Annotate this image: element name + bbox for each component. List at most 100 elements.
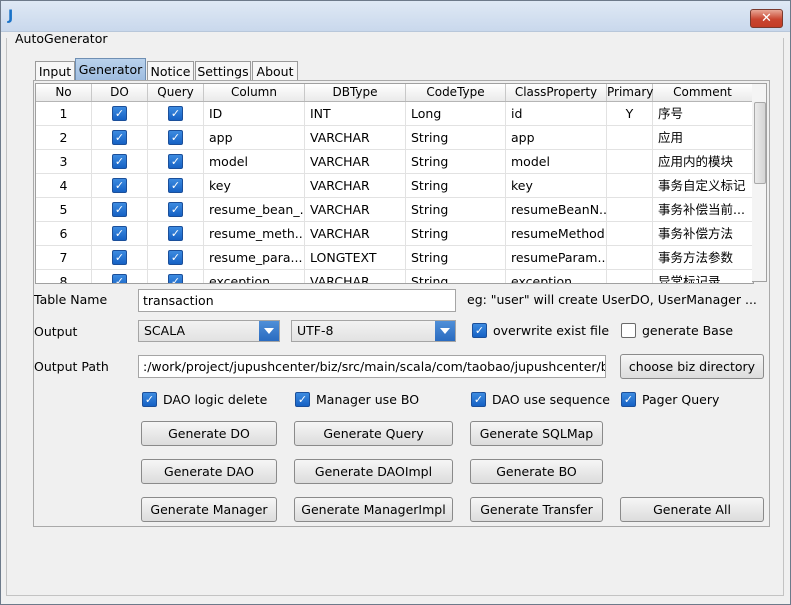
comment-cell[interactable]: 应用: [653, 126, 753, 150]
checkbox-checked-icon[interactable]: ✓: [472, 323, 487, 338]
dbtype-cell[interactable]: INT: [305, 102, 406, 126]
primary-cell[interactable]: [607, 174, 653, 198]
header-comment[interactable]: Comment: [653, 84, 753, 101]
row-number[interactable]: 4: [36, 174, 92, 198]
class-property-cell[interactable]: app: [506, 126, 607, 150]
class-property-cell[interactable]: resumeParam...: [506, 246, 607, 270]
checkbox-checked-icon[interactable]: ✓: [142, 392, 157, 407]
do-checkbox[interactable]: ✓: [92, 270, 148, 283]
codetype-cell[interactable]: String: [406, 126, 506, 150]
dbtype-cell[interactable]: LONGTEXT: [305, 246, 406, 270]
checkbox-checked-icon[interactable]: ✓: [112, 274, 127, 283]
table-row[interactable]: 3 ✓ ✓ model VARCHAR String model 应用内的模块: [36, 150, 753, 174]
manager-use-bo-checkbox[interactable]: ✓ Manager use BO: [295, 392, 419, 408]
codetype-cell[interactable]: String: [406, 198, 506, 222]
query-checkbox[interactable]: ✓: [148, 102, 204, 126]
comment-cell[interactable]: 应用内的模块: [653, 150, 753, 174]
checkbox-checked-icon[interactable]: ✓: [112, 154, 127, 169]
checkbox-checked-icon[interactable]: ✓: [295, 392, 310, 407]
tab-generator[interactable]: Generator: [75, 58, 146, 80]
do-checkbox[interactable]: ✓: [92, 150, 148, 174]
query-checkbox[interactable]: ✓: [148, 198, 204, 222]
output-path-input[interactable]: :/work/project/jupushcenter/biz/src/main…: [138, 355, 606, 378]
query-checkbox[interactable]: ✓: [148, 222, 204, 246]
codetype-cell[interactable]: String: [406, 270, 506, 283]
chevron-down-icon[interactable]: [259, 321, 279, 341]
primary-cell[interactable]: [607, 198, 653, 222]
table-row[interactable]: 8 ✓ ✓ exception VARCHAR String exception 异常标记录: [36, 270, 753, 283]
tab-settings[interactable]: Settings: [195, 61, 251, 80]
generate-bo-button[interactable]: Generate BO: [470, 459, 603, 484]
overwrite-checkbox[interactable]: ✓ overwrite exist file: [472, 323, 609, 339]
generate-manager-button[interactable]: Generate Manager: [141, 497, 277, 522]
checkbox-checked-icon[interactable]: ✓: [112, 250, 127, 265]
checkbox-checked-icon[interactable]: ✓: [112, 226, 127, 241]
dao-logic-delete-checkbox[interactable]: ✓ DAO logic delete: [142, 392, 267, 408]
do-checkbox[interactable]: ✓: [92, 174, 148, 198]
comment-cell[interactable]: 异常标记录: [653, 270, 753, 283]
checkbox-checked-icon[interactable]: ✓: [168, 130, 183, 145]
pager-query-checkbox[interactable]: ✓ Pager Query: [621, 392, 719, 408]
chevron-down-icon[interactable]: [435, 321, 455, 341]
table-row[interactable]: 5 ✓ ✓ resume_bean_... VARCHAR String resumeBea…: [36, 198, 753, 222]
choose-directory-button[interactable]: choose biz directory: [620, 354, 764, 379]
primary-cell[interactable]: [607, 246, 653, 270]
generate-all-button[interactable]: Generate All: [620, 497, 764, 522]
table-row[interactable]: 2 ✓ ✓ app VARCHAR String app 应用: [36, 126, 753, 150]
table-scrollbar[interactable]: [752, 83, 767, 282]
column-name-cell[interactable]: app: [204, 126, 305, 150]
primary-cell[interactable]: [607, 126, 653, 150]
column-name-cell[interactable]: ID: [204, 102, 305, 126]
table-row[interactable]: 6 ✓ ✓ resume_meth... VARCHAR String resumeMeth…: [36, 222, 753, 246]
do-checkbox[interactable]: ✓: [92, 102, 148, 126]
query-checkbox[interactable]: ✓: [148, 150, 204, 174]
checkbox-checked-icon[interactable]: ✓: [112, 106, 127, 121]
header-column[interactable]: Column: [204, 84, 305, 101]
query-checkbox[interactable]: ✓: [148, 126, 204, 150]
class-property-cell[interactable]: model: [506, 150, 607, 174]
header-dbtype[interactable]: DBType: [305, 84, 406, 101]
primary-cell[interactable]: Y: [607, 102, 653, 126]
do-checkbox[interactable]: ✓: [92, 198, 148, 222]
codetype-cell[interactable]: String: [406, 246, 506, 270]
comment-cell[interactable]: 事务方法参数: [653, 246, 753, 270]
scrollbar-thumb[interactable]: [754, 102, 766, 184]
column-name-cell[interactable]: resume_para...: [204, 246, 305, 270]
generate-do-button[interactable]: Generate DO: [141, 421, 277, 446]
checkbox-unchecked-icon[interactable]: [621, 323, 636, 338]
tab-about[interactable]: About: [252, 61, 298, 80]
header-classproperty[interactable]: ClassProperty: [506, 84, 607, 101]
codetype-cell[interactable]: Long: [406, 102, 506, 126]
generate-managerimpl-button[interactable]: Generate ManagerImpl: [294, 497, 453, 522]
class-property-cell[interactable]: id: [506, 102, 607, 126]
header-query[interactable]: Query: [148, 84, 204, 101]
checkbox-checked-icon[interactable]: ✓: [168, 106, 183, 121]
dbtype-cell[interactable]: VARCHAR: [305, 174, 406, 198]
row-number[interactable]: 1: [36, 102, 92, 126]
checkbox-checked-icon[interactable]: ✓: [471, 392, 486, 407]
checkbox-checked-icon[interactable]: ✓: [112, 202, 127, 217]
header-primary[interactable]: Primary: [607, 84, 653, 101]
dbtype-cell[interactable]: VARCHAR: [305, 270, 406, 283]
do-checkbox[interactable]: ✓: [92, 222, 148, 246]
header-no[interactable]: No: [36, 84, 92, 101]
row-number[interactable]: 3: [36, 150, 92, 174]
codetype-cell[interactable]: String: [406, 174, 506, 198]
codetype-cell[interactable]: String: [406, 222, 506, 246]
tab-notice[interactable]: Notice: [147, 61, 194, 80]
comment-cell[interactable]: 事务补偿方法: [653, 222, 753, 246]
comment-cell[interactable]: 事务补偿当前...: [653, 198, 753, 222]
dbtype-cell[interactable]: VARCHAR: [305, 222, 406, 246]
generate-sqlmap-button[interactable]: Generate SQLMap: [470, 421, 603, 446]
row-number[interactable]: 6: [36, 222, 92, 246]
table-name-input[interactable]: transaction: [138, 289, 456, 312]
table-row[interactable]: 7 ✓ ✓ resume_para... LONGTEXT String resumePar…: [36, 246, 753, 270]
generate-dao-button[interactable]: Generate DAO: [141, 459, 277, 484]
generate-query-button[interactable]: Generate Query: [294, 421, 453, 446]
dbtype-cell[interactable]: VARCHAR: [305, 126, 406, 150]
checkbox-checked-icon[interactable]: ✓: [112, 130, 127, 145]
class-property-cell[interactable]: resumeBeanN...: [506, 198, 607, 222]
header-do[interactable]: DO: [92, 84, 148, 101]
do-checkbox[interactable]: ✓: [92, 126, 148, 150]
checkbox-checked-icon[interactable]: ✓: [168, 178, 183, 193]
